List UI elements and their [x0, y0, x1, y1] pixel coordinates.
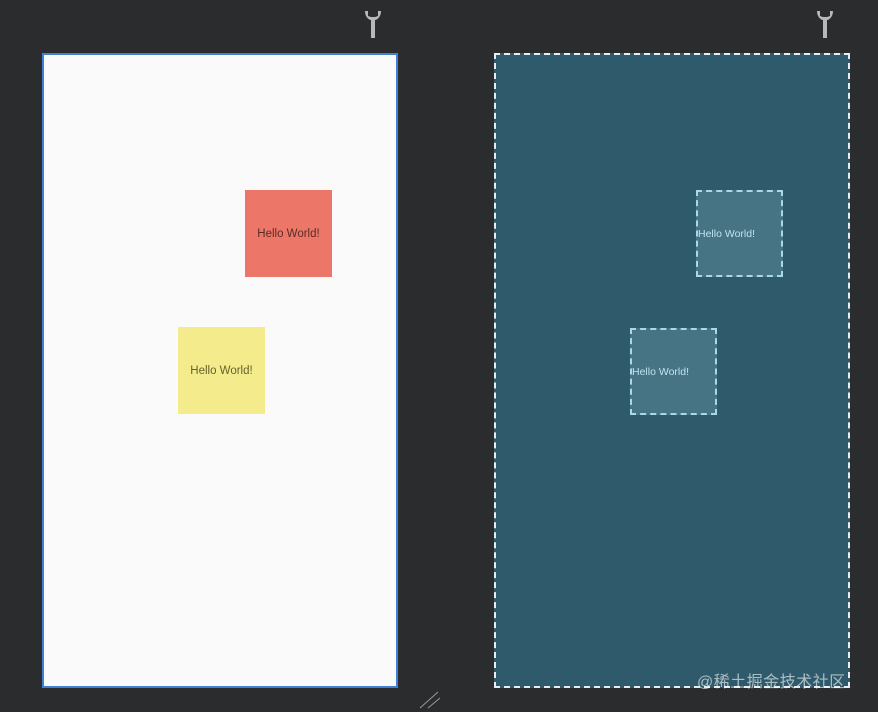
wrench-icon[interactable]: [815, 8, 833, 40]
textview-label: Hello World!: [257, 227, 320, 240]
textview-hello-yellow[interactable]: Hello World!: [178, 327, 265, 414]
wrench-icon[interactable]: [363, 8, 381, 40]
textview-label: Hello World!: [190, 364, 253, 377]
design-surface[interactable]: Hello World! Hello World!: [42, 53, 398, 688]
blueprint-textview-label: Hello World!: [632, 365, 689, 378]
watermark-text: @稀土掘金技术社区: [697, 674, 846, 691]
resize-handle-icon[interactable]: [418, 690, 442, 710]
blueprint-textview-label: Hello World!: [698, 227, 755, 240]
textview-hello-red[interactable]: Hello World!: [245, 190, 332, 277]
blueprint-textview-bottom[interactable]: Hello World!: [630, 328, 717, 415]
blueprint-surface[interactable]: Hello World! Hello World!: [494, 53, 850, 688]
blueprint-textview-top[interactable]: Hello World!: [696, 190, 783, 277]
